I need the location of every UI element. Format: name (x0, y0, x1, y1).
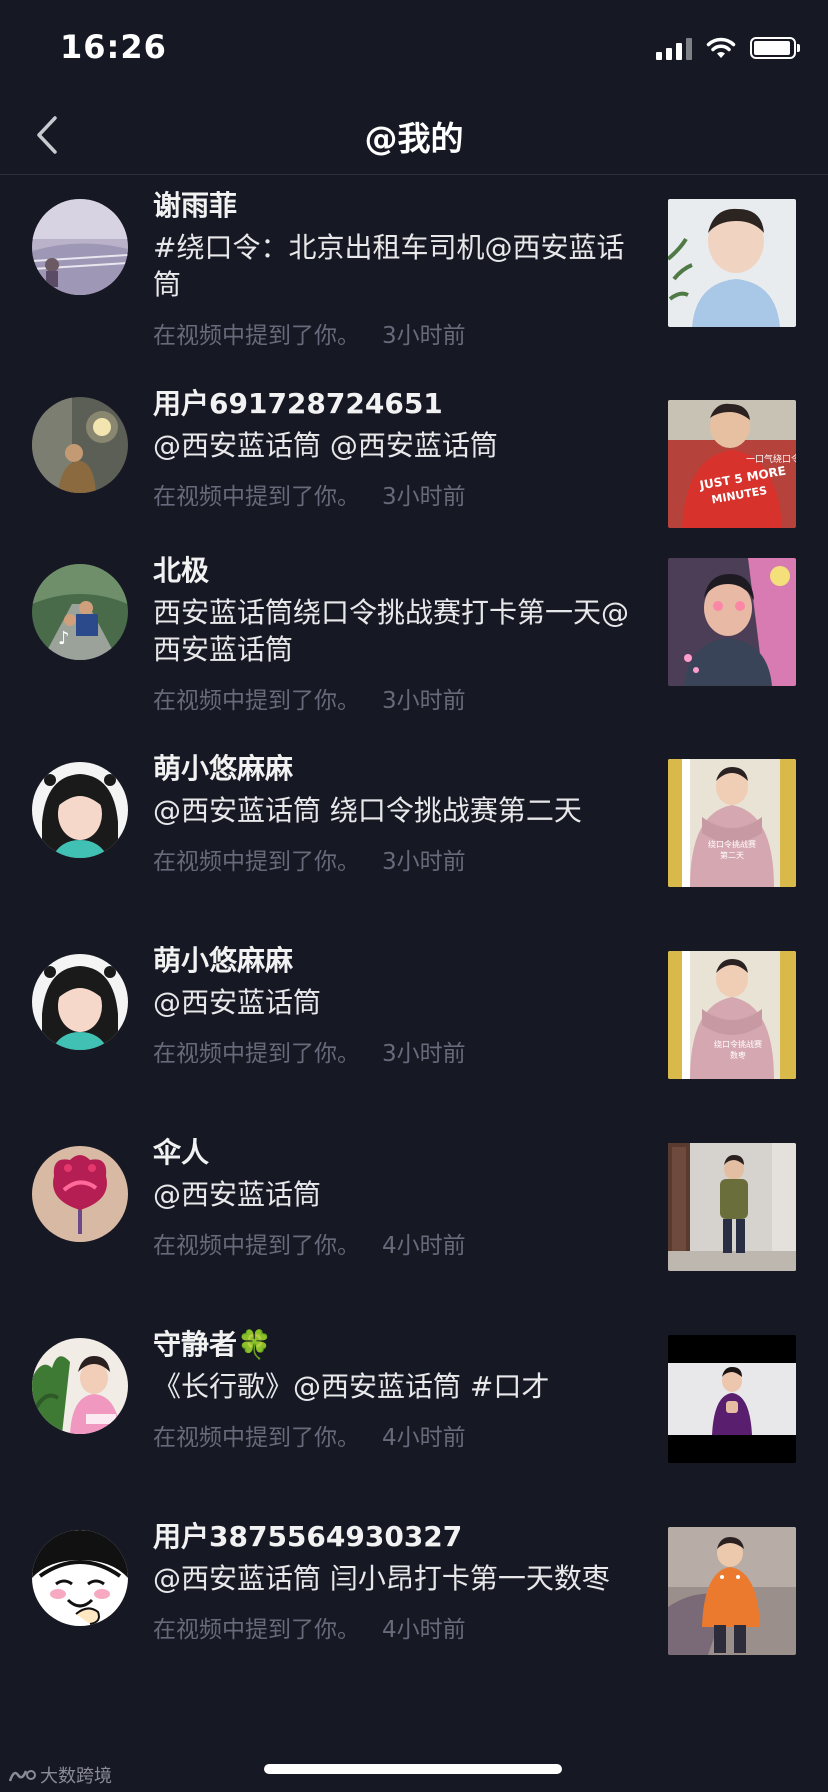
mention-text: 《长行歌》@西安蓝话筒 #口才 (153, 1370, 550, 1403)
row-text: 用户691728724651 @西安蓝话筒 @西安蓝话筒 在视频中提到了你。 3小… (153, 385, 633, 512)
video-thumbnail[interactable] (668, 199, 796, 327)
user-name[interactable]: 萌小悠麻麻 (153, 942, 633, 980)
wifi-icon (706, 37, 736, 58)
meta-label: 在视频中提到了你。 (153, 849, 360, 875)
avatar[interactable] (32, 199, 128, 295)
row-meta: 在视频中提到了你。 4小时前 (153, 1423, 633, 1453)
timestamp: 3小时前 (382, 484, 466, 510)
thumb-caption: 绕口令挑战赛 (714, 1039, 762, 1049)
avatar[interactable] (32, 762, 128, 858)
row-text: 伞人 @西安蓝话筒 在视频中提到了你。 4小时前 (153, 1134, 633, 1261)
mention-text: #绕口令：北京出租车司机@西安蓝话筒 (153, 231, 625, 301)
video-thumbnail[interactable] (668, 558, 796, 686)
user-name[interactable]: 守静者🍀 (153, 1326, 633, 1364)
thumb-caption: 一口气绕口令挑战赛 (746, 453, 796, 465)
meta-label: 在视频中提到了你。 (153, 1041, 360, 1067)
avatar[interactable] (32, 397, 128, 493)
status-time: 16:26 (60, 28, 167, 66)
mention-text: @西安蓝话筒 (153, 1178, 322, 1211)
row-text: 北极 西安蓝话筒绕口令挑战赛打卡第一天@西安蓝话筒 在视频中提到了你。 3小时前 (153, 552, 633, 716)
user-name[interactable]: 用户691728724651 (153, 385, 633, 423)
battery-icon (750, 37, 800, 59)
avatar[interactable] (32, 1146, 128, 1242)
timestamp: 3小时前 (382, 323, 466, 349)
row-text: 萌小悠麻麻 @西安蓝话筒 在视频中提到了你。 3小时前 (153, 942, 633, 1069)
mention-text: @西安蓝话筒 (153, 986, 322, 1019)
video-thumbnail[interactable] (668, 1143, 796, 1271)
user-name[interactable]: 伞人 (153, 1134, 633, 1172)
cellular-signal-icon (656, 36, 692, 60)
video-thumbnail[interactable] (668, 1335, 796, 1463)
row-text: 守静者🍀 《长行歌》@西安蓝话筒 #口才 在视频中提到了你。 4小时前 (153, 1326, 633, 1453)
user-name[interactable]: 谢雨菲 (153, 187, 633, 225)
watermark-logo-icon (8, 1770, 36, 1782)
timestamp: 3小时前 (382, 688, 466, 714)
watermark: 大数跨境 (8, 1762, 112, 1788)
avatar[interactable] (32, 1338, 128, 1434)
watermark-text: 大数跨境 (40, 1766, 112, 1787)
row-meta: 在视频中提到了你。 3小时前 (153, 1039, 633, 1069)
timestamp: 4小时前 (382, 1233, 466, 1259)
row-text: 用户3875564930327 @西安蓝话筒 闫小昂打卡第一天数枣 在视频中提到… (153, 1518, 633, 1645)
row-meta: 在视频中提到了你。 3小时前 (153, 482, 633, 512)
user-name[interactable]: 萌小悠麻麻 (153, 750, 633, 788)
mention-text: @西安蓝话筒 闫小昂打卡第一天数枣 (153, 1562, 610, 1595)
home-indicator[interactable] (264, 1764, 562, 1774)
row-meta: 在视频中提到了你。 3小时前 (153, 686, 633, 716)
mention-text: @西安蓝话筒 绕口令挑战赛第二天 (153, 794, 582, 827)
thumb-caption: 绕口令挑战赛 (708, 839, 756, 849)
timestamp: 4小时前 (382, 1617, 466, 1643)
avatar[interactable] (32, 954, 128, 1050)
svg-text:♪: ♪ (58, 628, 70, 649)
meta-label: 在视频中提到了你。 (153, 1617, 360, 1643)
meta-label: 在视频中提到了你。 (153, 688, 360, 714)
row-meta: 在视频中提到了你。 4小时前 (153, 1615, 633, 1645)
row-meta: 在视频中提到了你。 4小时前 (153, 1231, 633, 1261)
row-meta: 在视频中提到了你。 3小时前 (153, 321, 633, 351)
meta-label: 在视频中提到了你。 (153, 1425, 360, 1451)
status-bar: 16:26 (0, 0, 828, 100)
mention-text: 西安蓝话筒绕口令挑战赛打卡第一天@西安蓝话筒 (153, 596, 630, 666)
row-meta: 在视频中提到了你。 3小时前 (153, 847, 633, 877)
meta-label: 在视频中提到了你。 (153, 323, 360, 349)
user-name[interactable]: 北极 (153, 552, 633, 590)
status-icons (656, 36, 800, 60)
video-thumbnail[interactable] (668, 1527, 796, 1655)
video-thumbnail[interactable]: 绕口令挑战赛 数枣 (668, 951, 796, 1079)
thumb-caption: 第二天 (720, 850, 744, 860)
video-thumbnail[interactable]: 绕口令挑战赛 第二天 (668, 759, 796, 887)
nav-bar: @我的 (0, 100, 828, 175)
avatar[interactable]: ♪ (32, 564, 128, 660)
mention-text: @西安蓝话筒 @西安蓝话筒 (153, 429, 498, 462)
page-title: @我的 (364, 119, 464, 158)
timestamp: 3小时前 (382, 849, 466, 875)
video-thumbnail[interactable]: 一口气绕口令挑战赛 JUST 5 MORE MINUTES (668, 400, 796, 528)
row-text: 萌小悠麻麻 @西安蓝话筒 绕口令挑战赛第二天 在视频中提到了你。 3小时前 (153, 750, 633, 877)
thumb-caption: 数枣 (730, 1050, 746, 1060)
avatar[interactable] (32, 1530, 128, 1626)
meta-label: 在视频中提到了你。 (153, 484, 360, 510)
row-text: 谢雨菲 #绕口令：北京出租车司机@西安蓝话筒 在视频中提到了你。 3小时前 (153, 187, 633, 351)
user-name[interactable]: 用户3875564930327 (153, 1518, 633, 1556)
timestamp: 4小时前 (382, 1425, 466, 1451)
timestamp: 3小时前 (382, 1041, 466, 1067)
meta-label: 在视频中提到了你。 (153, 1233, 360, 1259)
